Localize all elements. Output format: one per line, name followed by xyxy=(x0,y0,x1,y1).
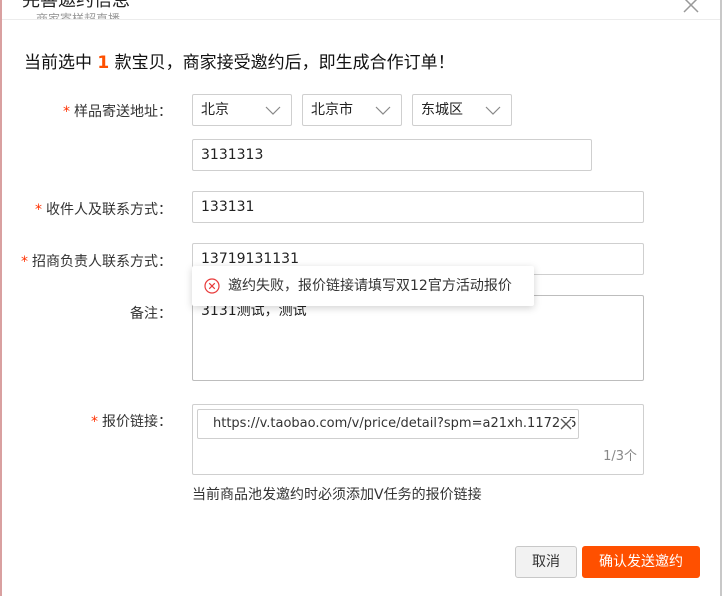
province-select[interactable]: 北京 xyxy=(192,94,292,126)
confirm-send-invite-button[interactable]: 确认发送邀约 xyxy=(582,546,700,578)
error-toast: 邀约失败，报价链接请填写双12官方活动报价 xyxy=(192,266,534,306)
dialog-header: 完善邀约信息 商家寄样超直播 xyxy=(2,0,720,20)
close-icon[interactable] xyxy=(680,0,702,16)
dialog-subtitle: 商家寄样超直播 xyxy=(36,12,121,20)
cancel-button[interactable]: 取消 xyxy=(515,546,577,578)
province-value: 北京 xyxy=(201,102,229,118)
required-mark: * xyxy=(21,254,28,270)
quote-link-hint: 当前商品池发邀约时必须添加V任务的报价链接 xyxy=(192,487,482,503)
headline-prefix: 当前选中 xyxy=(24,53,92,73)
quote-link-tag: https://v.taobao.com/v/price/detail?spm=… xyxy=(197,409,579,439)
merchant-contact-label: * 招商负责人联系方式： xyxy=(12,251,172,271)
remark-textarea[interactable]: 3131测试，测试 xyxy=(192,295,644,381)
quote-link-label-text: 报价链接： xyxy=(102,414,172,430)
required-mark: * xyxy=(63,104,70,120)
dialog-title: 完善邀约信息 xyxy=(22,0,130,11)
merchant-contact-label-text: 招商负责人联系方式： xyxy=(32,254,172,270)
remove-tag-icon[interactable] xyxy=(560,418,572,430)
required-mark: * xyxy=(35,202,42,218)
selection-summary: 当前选中 1 款宝贝，商家接受邀约后，即生成合作订单！ xyxy=(24,48,455,73)
selected-count: 1 xyxy=(97,53,110,73)
toast-message: 邀约失败，报价链接请填写双12官方活动报价 xyxy=(228,278,512,294)
remark-label: 备注： xyxy=(12,303,172,323)
required-mark: * xyxy=(91,414,98,430)
district-select[interactable]: 东城区 xyxy=(412,94,512,126)
city-value: 北京市 xyxy=(311,102,353,118)
receiver-label: * 收件人及联系方式： xyxy=(12,199,172,219)
city-select[interactable]: 北京市 xyxy=(302,94,402,126)
quote-link-tag-text: https://v.taobao.com/v/price/detail?spm=… xyxy=(213,416,577,431)
quote-link-label: * 报价链接： xyxy=(12,411,172,431)
receiver-label-text: 收件人及联系方式： xyxy=(46,202,172,218)
chevron-down-icon xyxy=(485,106,501,115)
address-label-text: 样品寄送地址： xyxy=(74,104,172,120)
chevron-down-icon xyxy=(265,106,281,115)
link-counter: 1/3个 xyxy=(603,449,637,464)
district-value: 东城区 xyxy=(421,102,463,118)
headline-suffix: 款宝贝，商家接受邀约后，即生成合作订单！ xyxy=(114,53,455,73)
chevron-down-icon xyxy=(375,106,391,115)
invite-dialog: 完善邀约信息 商家寄样超直播 当前选中 1 款宝贝，商家接受邀约后，即生成合作订… xyxy=(2,0,720,596)
error-circle-icon xyxy=(204,278,220,294)
receiver-input[interactable]: 133131 xyxy=(192,191,644,223)
remark-label-text: 备注： xyxy=(130,306,172,322)
address-label: * 样品寄送地址： xyxy=(12,101,172,121)
quote-link-input[interactable]: https://v.taobao.com/v/price/detail?spm=… xyxy=(192,404,644,475)
address-detail-input[interactable]: 3131313 xyxy=(192,139,592,171)
